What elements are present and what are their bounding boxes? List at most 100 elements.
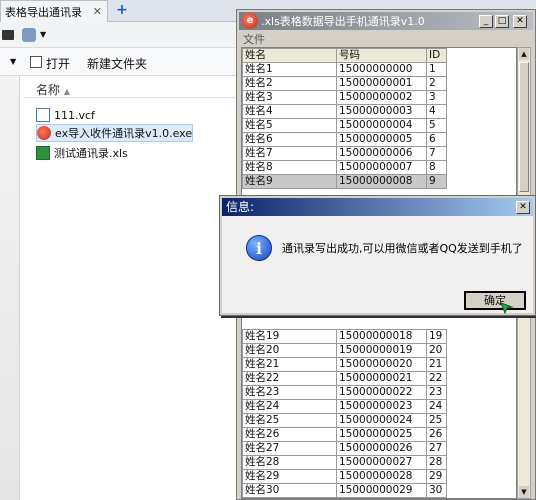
header-id[interactable]: ID [426,48,447,63]
cell-id: 20 [426,343,447,358]
table-row[interactable]: 姓名8 15000000007 8 [242,160,447,175]
new-folder-button[interactable]: 新建文件夹 [87,55,147,72]
cell-id: 1 [426,62,447,77]
cell-id: 30 [426,483,447,498]
xls-window-titlebar[interactable]: e .xls表格数据导出手机通讯录v1.0 _ □ ✕ [239,12,533,30]
cell-name: 姓名8 [242,160,337,175]
table-row[interactable]: 姓名1 15000000000 1 [242,62,447,77]
dialog-close-button[interactable]: ✕ [516,201,530,214]
header-name[interactable]: 姓名 [242,48,337,63]
table-row[interactable]: 姓名20 15000000019 20 [242,343,447,358]
cell-number: 15000000020 [336,357,427,372]
explorer-tab[interactable]: 表格导出通讯录 ✕ [0,0,108,22]
cell-number: 15000000001 [336,76,427,91]
cell-name: 姓名19 [242,329,337,344]
cell-number: 15000000018 [336,329,427,344]
cell-id: 4 [426,104,447,119]
table-row[interactable]: 姓名30 15000000029 30 [242,483,447,498]
user-icon[interactable] [22,28,36,42]
info-dialog: 信息: ✕ i 通讯录写出成功,可以用微信或者QQ发送到手机了 确定 [219,195,536,316]
cell-number: 15000000022 [336,385,427,400]
table-row[interactable]: 姓名23 15000000022 23 [242,385,447,400]
contacts-table-bottom: 姓名19 15000000018 19 姓名20 15000000019 20 姓名21 15… [242,329,447,498]
dialog-message: 通讯录写出成功,可以用微信或者QQ发送到手机了 [282,242,523,255]
tab-close-icon[interactable]: ✕ [93,5,102,18]
dialog-titlebar[interactable]: 信息: ✕ [222,198,533,216]
cell-name: 姓名20 [242,343,337,358]
header-number[interactable]: 号码 [336,48,427,63]
cell-name: 姓名7 [242,146,337,161]
table-row[interactable]: 姓名5 15000000004 5 [242,118,447,133]
navigation-pane[interactable] [0,76,20,500]
cell-name: 姓名5 [242,118,337,133]
contacts-table-top: 姓名 号码 ID 姓名1 15000000000 1 姓名2 15000000001 2 姓… [242,48,447,189]
table-row[interactable]: 姓名22 15000000021 22 [242,371,447,386]
cell-id: 29 [426,469,447,484]
maximize-button[interactable]: □ [495,15,509,28]
cell-name: 姓名3 [242,90,337,105]
cell-id: 27 [426,441,447,456]
file-item-vcf[interactable]: 111.vcf [36,106,95,124]
cell-name: 姓名25 [242,413,337,428]
mouse-cursor-icon [500,302,514,314]
add-tab-icon[interactable]: + [114,2,130,18]
open-button[interactable]: 打开 [46,55,70,72]
dialog-body: i 通讯录写出成功,可以用微信或者QQ发送到手机了 确定 [222,216,533,314]
vcf-file-icon [36,108,50,122]
cell-id: 25 [426,413,447,428]
close-button[interactable]: ✕ [513,15,527,28]
table-row[interactable]: 姓名27 15000000026 27 [242,441,447,456]
dialog-title: 信息: [226,200,255,214]
menu-file[interactable]: 文件 [243,31,265,47]
table-row[interactable]: 姓名21 15000000020 21 [242,357,447,372]
cell-number: 15000000026 [336,441,427,456]
cell-number: 15000000028 [336,469,427,484]
cell-number: 15000000021 [336,371,427,386]
cell-name: 姓名6 [242,132,337,147]
scroll-down-icon[interactable]: ▼ [519,486,529,498]
cell-number: 15000000006 [336,146,427,161]
file-item-xls[interactable]: 测试通讯录.xls [36,144,128,162]
cell-id: 6 [426,132,447,147]
ok-button[interactable]: 确定 [464,291,526,310]
organize-dropdown-icon[interactable]: ▼ [10,57,16,66]
table-row[interactable]: 姓名6 15000000005 6 [242,132,447,147]
table-row[interactable]: 姓名3 15000000002 3 [242,90,447,105]
table-row[interactable]: 姓名19 15000000018 19 [242,329,447,344]
table-row[interactable]: 姓名9 15000000008 9 [242,174,447,189]
cell-name: 姓名2 [242,76,337,91]
table-row[interactable]: 姓名7 15000000006 7 [242,146,447,161]
cell-number: 15000000029 [336,483,427,498]
file-item-exe[interactable]: ex导入收件通讯录v1.0.exe [36,124,194,142]
cell-number: 15000000023 [336,399,427,414]
table-row[interactable]: 姓名26 15000000025 26 [242,427,447,442]
cell-number: 15000000004 [336,118,427,133]
cell-name: 姓名21 [242,357,337,372]
dropdown-icon[interactable]: ▼ [40,30,46,39]
cell-name: 姓名27 [242,441,337,456]
cell-id: 9 [426,174,447,189]
scroll-thumb[interactable] [519,62,529,192]
cell-name: 姓名29 [242,469,337,484]
minimize-button[interactable]: _ [479,15,493,28]
table-row[interactable]: 姓名4 15000000003 4 [242,104,447,119]
table-row[interactable]: 姓名2 15000000001 2 [242,76,447,91]
cell-id: 28 [426,455,447,470]
cell-number: 15000000027 [336,455,427,470]
cell-number: 15000000002 [336,90,427,105]
table-row[interactable]: 姓名24 15000000023 24 [242,399,447,414]
cell-name: 姓名24 [242,399,337,414]
xls-menu-bar: 文件 [239,30,533,46]
table-row[interactable]: 姓名28 15000000027 28 [242,455,447,470]
excel-file-icon [36,146,50,160]
app-logo-icon: e [242,13,258,29]
cell-name: 姓名26 [242,427,337,442]
explorer-tab-title: 表格导出通讯录 [5,5,82,19]
table-row[interactable]: 姓名25 15000000024 25 [242,413,447,428]
table-row[interactable]: 姓名29 15000000028 29 [242,469,447,484]
cell-number: 15000000005 [336,132,427,147]
xls-window-title: .xls表格数据导出手机通讯录v1.0 [261,15,425,28]
cell-number: 15000000019 [336,343,427,358]
scroll-up-icon[interactable]: ▲ [519,48,529,60]
cell-number: 15000000008 [336,174,427,189]
